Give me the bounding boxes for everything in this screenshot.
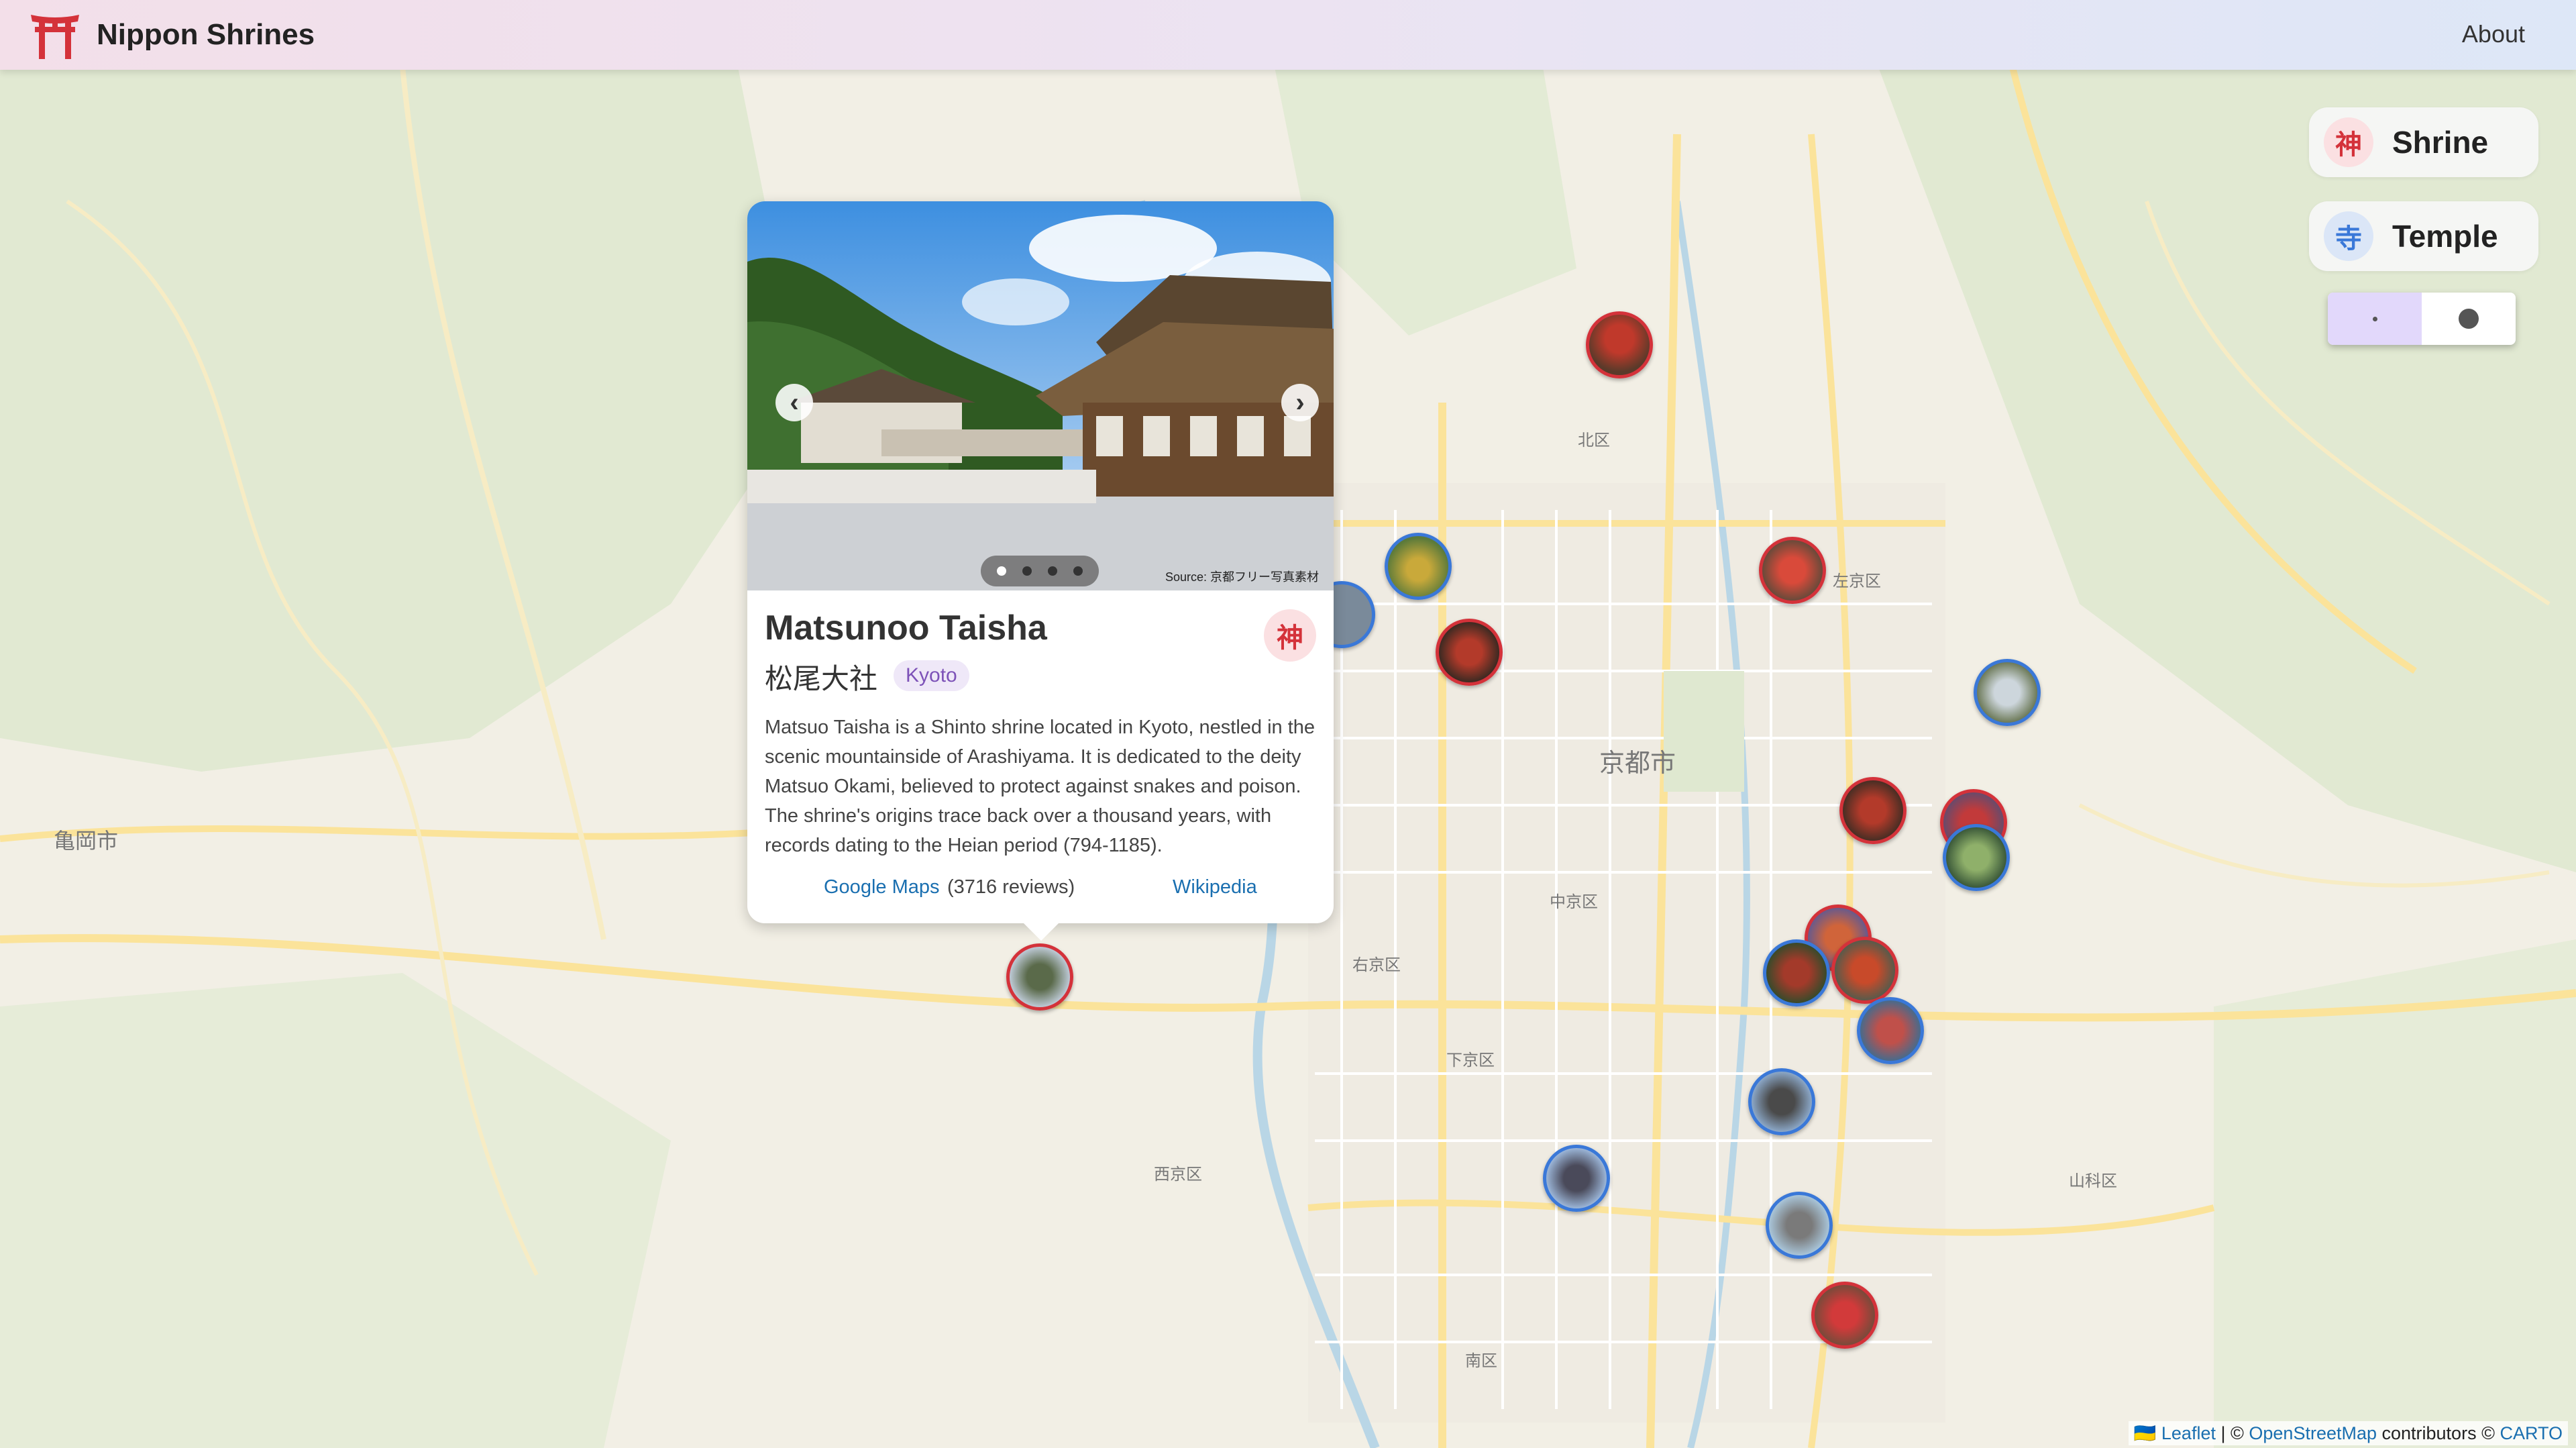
map-marker-temple[interactable] <box>1543 1145 1610 1212</box>
legend-temple-toggle[interactable]: 寺 Temple <box>2309 201 2538 271</box>
carousel-dot[interactable] <box>1073 566 1083 576</box>
map-label-sakyo-ku: 左京区 <box>1833 572 1881 590</box>
popup-name-jp: 松尾大社 <box>765 663 878 694</box>
map-marker-shrine[interactable] <box>1436 619 1503 686</box>
map-marker-shrine[interactable] <box>1839 777 1907 844</box>
carousel-prev-button[interactable]: ‹ <box>775 384 813 421</box>
carousel-dot[interactable] <box>1048 566 1057 576</box>
map-attribution: 🇺🇦 Leaflet | © OpenStreetMap contributor… <box>2128 1421 2568 1445</box>
map-marker-temple[interactable] <box>1748 1068 1815 1135</box>
map-label-shimogyo-ku: 下京区 <box>1446 1051 1495 1070</box>
openstreetmap-link[interactable]: OpenStreetMap <box>2249 1423 2377 1443</box>
map-marker-temple[interactable] <box>1766 1192 1833 1259</box>
marker-size-toggle[interactable] <box>2328 293 2516 345</box>
shrine-type-icon: 神 <box>1264 609 1316 662</box>
map-marker-temple[interactable] <box>1385 533 1452 600</box>
carousel-indicators <box>981 556 1099 586</box>
carto-link[interactable]: CARTO <box>2500 1423 2563 1443</box>
legend-temple-label: Temple <box>2392 219 2498 254</box>
shrine-popup: ‹ › Source: 京都フリー写真素材 Matsunoo Taisha 神 … <box>747 201 1334 941</box>
attribution-contributors: contributors © <box>2377 1423 2500 1443</box>
carousel-dot[interactable] <box>997 566 1006 576</box>
popup-description: Matsuo Taisha is a Shinto shrine located… <box>765 717 1316 856</box>
map-marker-shrine[interactable] <box>1831 937 1898 1004</box>
prefecture-badge[interactable]: Kyoto <box>894 660 969 691</box>
popup-tip <box>1021 921 1061 941</box>
about-link[interactable]: About <box>2462 20 2525 48</box>
torii-icon <box>31 15 79 59</box>
large-dot-icon <box>2459 309 2479 329</box>
map-marker-temple[interactable] <box>1763 939 1830 1006</box>
map-marker-temple[interactable] <box>1974 659 2041 726</box>
map-label-nishikyo-ku: 西京区 <box>1154 1166 1202 1184</box>
map-label-kameoka: 亀岡市 <box>54 829 119 853</box>
small-dot-icon <box>2372 316 2377 321</box>
map-marker-temple[interactable] <box>1857 997 1924 1064</box>
map-marker-shrine[interactable] <box>1811 1282 1878 1349</box>
attribution-separator: | © <box>2215 1423 2249 1443</box>
review-count: (3716 reviews) <box>947 876 1075 898</box>
shrine-photo-carousel[interactable]: ‹ › Source: 京都フリー写真素材 <box>747 201 1334 590</box>
map-label-minami-ku: 南区 <box>1465 1352 1497 1370</box>
brand[interactable]: Nippon Shrines <box>30 11 315 59</box>
app-title: Nippon Shrines <box>97 18 315 51</box>
map-label-kyoto-city: 京都市 <box>1599 749 1676 778</box>
popup-title: Matsunoo Taisha <box>765 609 1047 648</box>
marker-size-small-option[interactable] <box>2328 293 2422 345</box>
shrine-photo <box>747 201 1334 590</box>
map-label-ukyo-ku: 右京区 <box>1352 956 1401 974</box>
temple-kanji-icon: 寺 <box>2324 211 2373 261</box>
map-marker-shrine[interactable] <box>1586 311 1653 378</box>
carousel-next-button[interactable]: › <box>1281 384 1319 421</box>
google-maps-link[interactable]: Google Maps <box>824 876 940 898</box>
map-marker-shrine[interactable] <box>1759 537 1826 604</box>
ukraine-flag-icon: 🇺🇦 <box>2133 1423 2157 1443</box>
map-label-nakagyo-ku: 中京区 <box>1550 893 1598 911</box>
shrine-kanji-icon: 神 <box>2324 117 2373 167</box>
legend-shrine-label: Shrine <box>2392 125 2489 160</box>
photo-source-credit: Source: 京都フリー写真素材 <box>1165 570 1319 584</box>
wikipedia-link[interactable]: Wikipedia <box>1173 876 1257 898</box>
map-label-kita-ku: 北区 <box>1578 431 1610 450</box>
map-label-yamashina-ku: 山科区 <box>2069 1172 2117 1190</box>
app-header: Nippon Shrines About <box>0 0 2576 70</box>
map-marker-shrine-selected[interactable] <box>1006 943 1073 1011</box>
legend-shrine-toggle[interactable]: 神 Shrine <box>2309 107 2538 177</box>
leaflet-link[interactable]: Leaflet <box>2161 1423 2216 1443</box>
map-marker-temple[interactable] <box>1943 824 2010 891</box>
marker-size-large-option[interactable] <box>2422 293 2516 345</box>
carousel-dot[interactable] <box>1022 566 1032 576</box>
